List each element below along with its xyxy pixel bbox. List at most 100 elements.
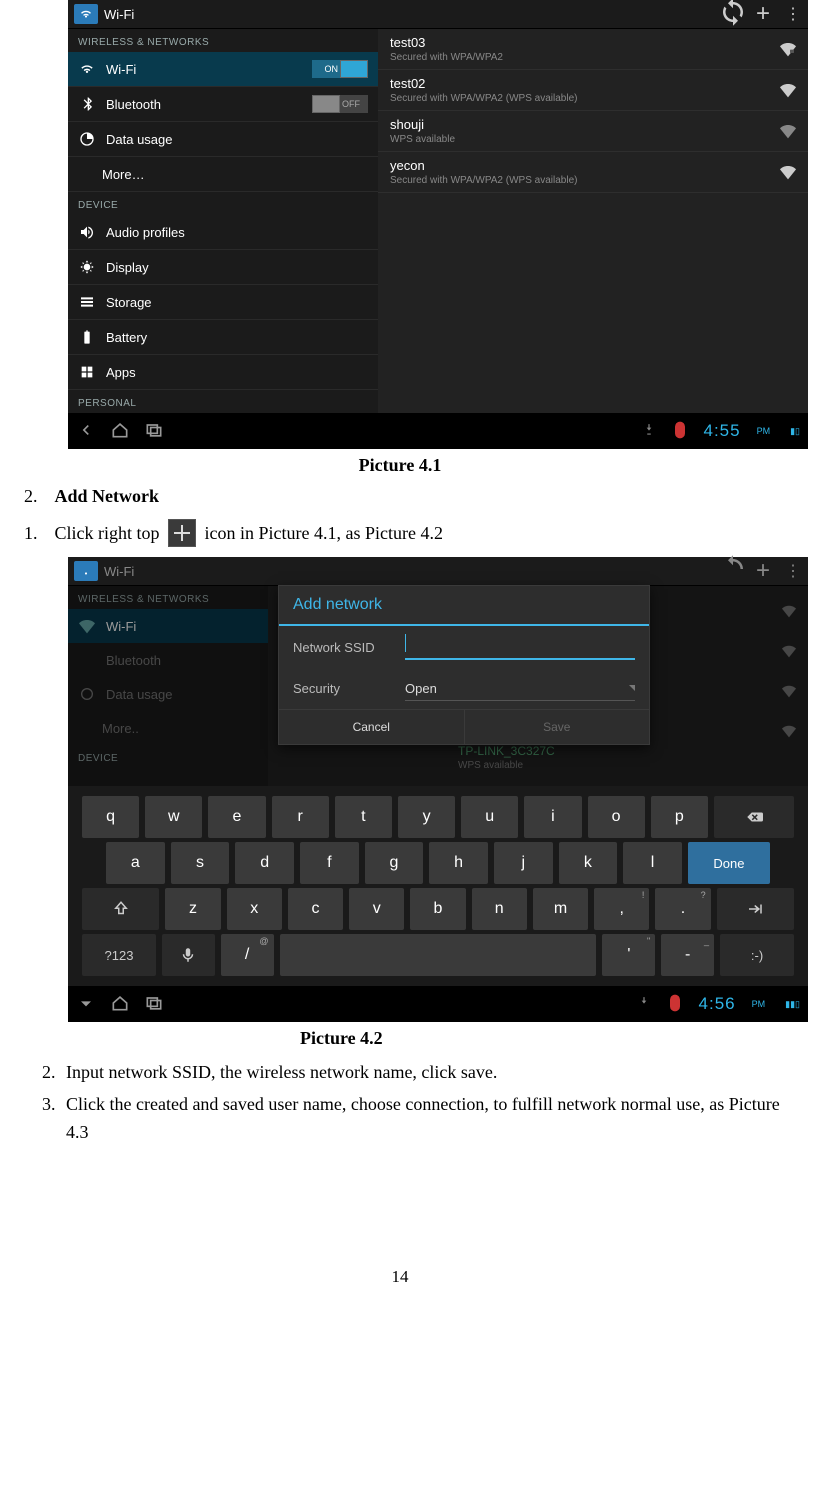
wifi-network-item[interactable]: yeconSecured with WPA/WPA2 (WPS availabl… — [378, 152, 808, 193]
wifi-toggle[interactable]: ON — [312, 60, 368, 78]
key-tab[interactable] — [717, 888, 794, 930]
key-v[interactable]: v — [349, 888, 404, 930]
back-icon[interactable] — [76, 420, 96, 443]
key-d[interactable]: d — [235, 842, 294, 884]
key-j[interactable]: j — [494, 842, 553, 884]
add-network-icon[interactable]: + — [748, 4, 778, 24]
sidebar-item-data-usage[interactable]: Data usage — [68, 677, 268, 711]
key-done[interactable]: Done — [688, 842, 770, 884]
key-h[interactable]: h — [429, 842, 488, 884]
sidebar-item-wifi[interactable]: Wi-Fi ON — [68, 52, 378, 87]
dialog-title: Add network — [279, 586, 649, 626]
ssid-input[interactable] — [405, 634, 635, 660]
key-k[interactable]: k — [559, 842, 618, 884]
key-i[interactable]: i — [524, 796, 581, 838]
key-period[interactable]: .? — [655, 888, 710, 930]
figure-caption-1: Picture 4.1 — [20, 455, 780, 476]
recent-apps-icon[interactable] — [144, 993, 164, 1016]
sidebar-item-display[interactable]: Display — [68, 250, 378, 285]
battery-icon — [78, 328, 96, 346]
hide-keyboard-icon[interactable] — [76, 993, 96, 1016]
key-y[interactable]: y — [398, 796, 455, 838]
data-usage-icon — [78, 130, 96, 148]
network-ssid: test02 — [390, 76, 780, 91]
plus-icon — [168, 519, 196, 547]
key-backspace[interactable] — [714, 796, 794, 838]
section-wireless-networks: WIRELESS & NETWORKS — [68, 586, 268, 609]
overflow-menu-icon[interactable]: ⋮ — [778, 4, 808, 24]
key-f[interactable]: f — [300, 842, 359, 884]
key-r[interactable]: r — [272, 796, 329, 838]
sidebar-label: Battery — [106, 330, 368, 345]
key-voice[interactable] — [162, 934, 215, 976]
key-w[interactable]: w — [145, 796, 202, 838]
sidebar-label: Audio profiles — [106, 225, 368, 240]
sidebar-item-bluetooth[interactable]: Bluetooth — [68, 643, 268, 677]
refresh-icon[interactable] — [718, 554, 748, 589]
sidebar-item-audio-profiles[interactable]: Audio profiles — [68, 215, 378, 250]
section-personal: PERSONAL — [68, 390, 378, 413]
sidebar-item-more[interactable]: More.. — [68, 711, 268, 745]
key-t[interactable]: t — [335, 796, 392, 838]
step-text-post: icon in Picture 4.1, as Picture 4.2 — [205, 523, 443, 543]
usb-icon — [637, 996, 651, 1013]
sidebar-item-data-usage[interactable]: Data usage — [68, 122, 378, 157]
wifi-network-item[interactable]: test03Secured with WPA/WPA2 — [378, 29, 808, 70]
substep-3: Click the created and saved user name, c… — [60, 1091, 780, 1147]
sidebar-label: Wi-Fi — [106, 62, 302, 77]
overflow-menu-icon[interactable]: ⋮ — [778, 561, 808, 581]
sidebar-item-apps[interactable]: Apps — [68, 355, 378, 390]
key-e[interactable]: e — [208, 796, 265, 838]
substep-2: Input network SSID, the wireless network… — [60, 1059, 780, 1087]
sidebar-label: Data usage — [106, 132, 368, 147]
bluetooth-toggle[interactable]: OFF — [312, 95, 368, 113]
key-c[interactable]: c — [288, 888, 343, 930]
key-dash[interactable]: -_ — [661, 934, 714, 976]
refresh-icon[interactable] — [718, 0, 748, 32]
key-space[interactable] — [280, 934, 597, 976]
clock-ampm: PM — [752, 999, 766, 1009]
sidebar-item-battery[interactable]: Battery — [68, 320, 378, 355]
wifi-network-item[interactable]: shoujiWPS available — [378, 111, 808, 152]
wifi-network-item[interactable]: test02Secured with WPA/WPA2 (WPS availab… — [378, 70, 808, 111]
key-g[interactable]: g — [365, 842, 424, 884]
sidebar-item-wifi[interactable]: Wi-Fi — [68, 609, 268, 643]
sidebar-label: Apps — [106, 365, 368, 380]
sidebar-label: Bluetooth — [106, 97, 302, 112]
key-b[interactable]: b — [410, 888, 465, 930]
sidebar-item-more[interactable]: More… — [68, 157, 378, 192]
sidebar-label: More… — [78, 167, 368, 182]
key-a[interactable]: a — [106, 842, 165, 884]
recent-apps-icon[interactable] — [144, 420, 164, 443]
key-m[interactable]: m — [533, 888, 588, 930]
key-shift[interactable] — [82, 888, 159, 930]
key-apostrophe[interactable]: '" — [602, 934, 655, 976]
key-s[interactable]: s — [171, 842, 230, 884]
key-comma[interactable]: ,! — [594, 888, 649, 930]
sidebar-item-storage[interactable]: Storage — [68, 285, 378, 320]
cancel-button[interactable]: Cancel — [279, 710, 464, 744]
save-button[interactable]: Save — [465, 710, 650, 744]
wifi-icon — [78, 60, 96, 78]
network-ssid: yecon — [390, 158, 780, 173]
sidebar-item-bluetooth[interactable]: Bluetooth OFF — [68, 87, 378, 122]
key-slash[interactable]: /@ — [221, 934, 274, 976]
key-l[interactable]: l — [623, 842, 682, 884]
key-p[interactable]: p — [651, 796, 708, 838]
key-q[interactable]: q — [82, 796, 139, 838]
key-n[interactable]: n — [472, 888, 527, 930]
sidebar-label: More.. — [78, 721, 258, 736]
key-u[interactable]: u — [461, 796, 518, 838]
home-icon[interactable] — [110, 420, 130, 443]
storage-icon — [78, 293, 96, 311]
add-network-icon[interactable]: + — [748, 561, 778, 581]
home-icon[interactable] — [110, 993, 130, 1016]
section-device: DEVICE — [68, 192, 378, 215]
key-z[interactable]: z — [165, 888, 220, 930]
key-x[interactable]: x — [227, 888, 282, 930]
bluetooth-icon — [78, 651, 96, 669]
key-symbols[interactable]: ?123 — [82, 934, 156, 976]
key-emoji[interactable]: :-) — [720, 934, 794, 976]
key-o[interactable]: o — [588, 796, 645, 838]
security-dropdown[interactable]: Open — [405, 676, 635, 701]
